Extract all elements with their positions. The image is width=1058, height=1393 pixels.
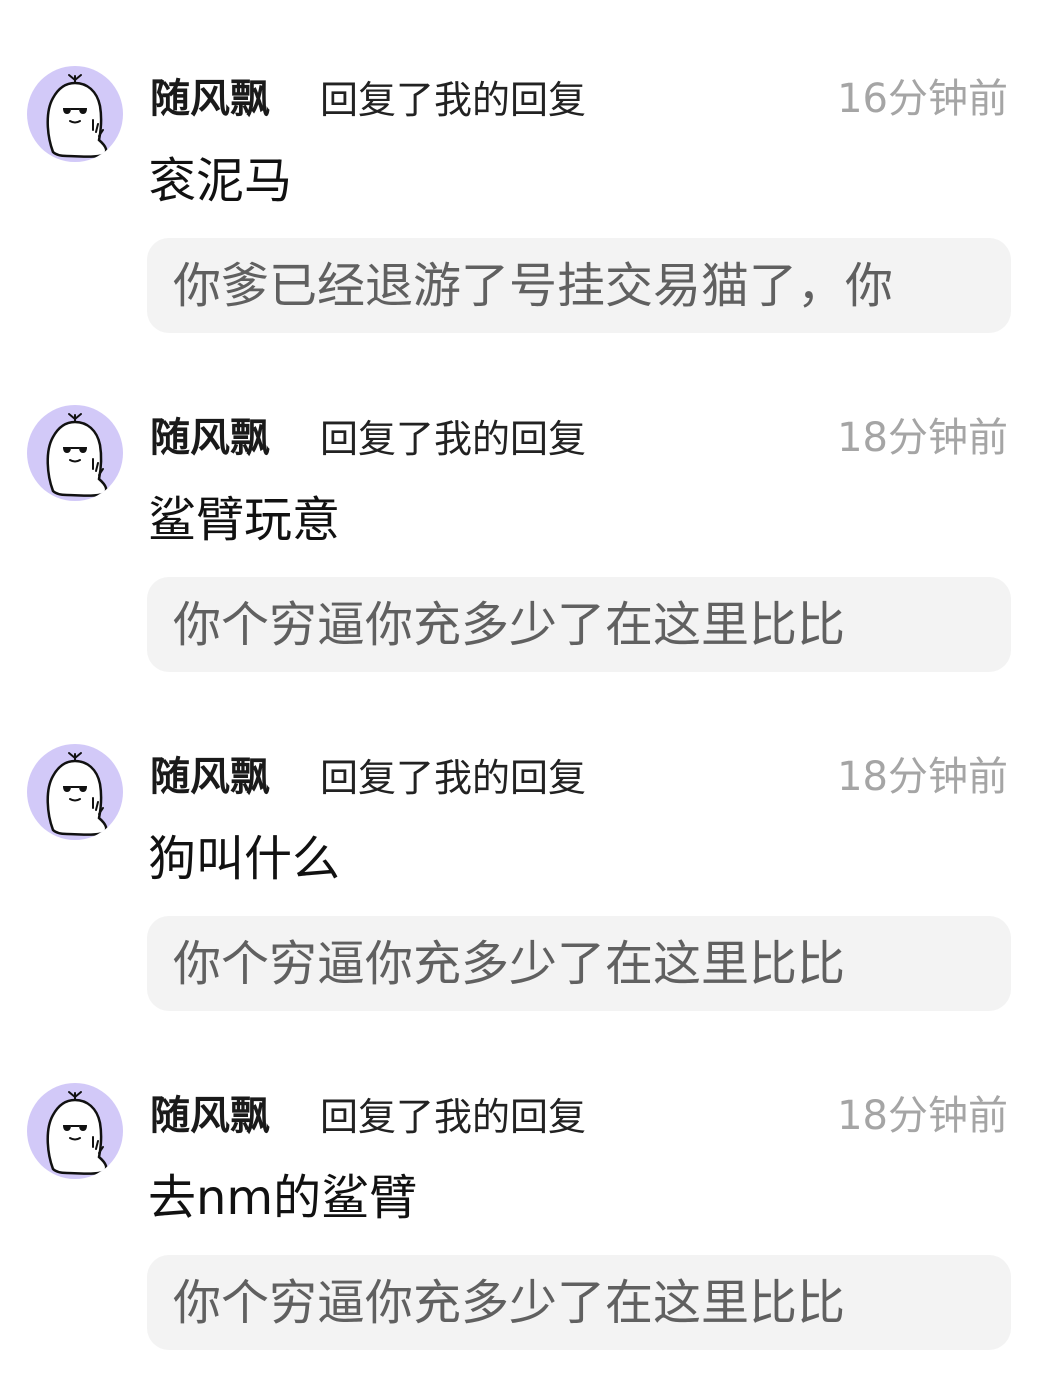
quoted-reply[interactable]: 你个穷逼你充多少了在这里比比 bbox=[147, 1255, 1011, 1350]
timestamp: 18分钟前 bbox=[837, 754, 1008, 800]
user-avatar[interactable] bbox=[27, 66, 123, 162]
quoted-reply[interactable]: 你爹已经退游了号挂交易猫了，你 bbox=[147, 238, 1011, 333]
ghost-with-sunglasses-icon bbox=[46, 752, 108, 836]
reply-notification-item[interactable]: 随风飘 回复了我的回复 18分钟前 狗叫什么 你个穷逼你充多少了在这里比比 bbox=[0, 678, 1058, 1011]
user-avatar[interactable] bbox=[27, 1083, 123, 1179]
username[interactable]: 随风飘 bbox=[150, 754, 270, 800]
reply-message: 鲨臂玩意 bbox=[148, 492, 341, 548]
username[interactable]: 随风飘 bbox=[150, 76, 270, 122]
reply-message: 去nm的鲨臂 bbox=[148, 1170, 418, 1226]
reply-action-label: 回复了我的回复 bbox=[320, 78, 587, 122]
timestamp: 16分钟前 bbox=[837, 76, 1008, 122]
user-avatar[interactable] bbox=[27, 744, 123, 840]
username[interactable]: 随风飘 bbox=[150, 415, 270, 461]
reply-message: 狗叫什么 bbox=[148, 831, 341, 887]
reply-notification-item[interactable]: 随风飘 回复了我的回复 18分钟前 鲨臂玩意 你个穷逼你充多少了在这里比比 bbox=[0, 339, 1058, 672]
reply-message: 衮泥马 bbox=[148, 153, 293, 209]
timestamp: 18分钟前 bbox=[837, 415, 1008, 461]
username[interactable]: 随风飘 bbox=[150, 1093, 270, 1139]
reply-action-label: 回复了我的回复 bbox=[320, 756, 587, 800]
quoted-reply-text: 你爹已经退游了号挂交易猫了，你 bbox=[173, 258, 894, 314]
timestamp: 18分钟前 bbox=[837, 1093, 1008, 1139]
reply-action-label: 回复了我的回复 bbox=[320, 1095, 587, 1139]
ghost-with-sunglasses-icon bbox=[46, 1091, 108, 1175]
quoted-reply-text: 你个穷逼你充多少了在这里比比 bbox=[173, 1275, 846, 1331]
quoted-reply[interactable]: 你个穷逼你充多少了在这里比比 bbox=[147, 577, 1011, 672]
user-avatar[interactable] bbox=[27, 405, 123, 501]
ghost-with-sunglasses-icon bbox=[46, 74, 108, 158]
reply-notification-item[interactable]: 随风飘 回复了我的回复 18分钟前 去nm的鲨臂 你个穷逼你充多少了在这里比比 bbox=[0, 1017, 1058, 1350]
reply-notification-list: 随风飘 回复了我的回复 16分钟前 衮泥马 你爹已经退游了号挂交易猫了，你 随风… bbox=[0, 0, 1058, 1393]
quoted-reply-text: 你个穷逼你充多少了在这里比比 bbox=[173, 936, 846, 992]
quoted-reply-text: 你个穷逼你充多少了在这里比比 bbox=[173, 597, 846, 653]
ghost-with-sunglasses-icon bbox=[46, 413, 108, 497]
reply-notification-item[interactable]: 随风飘 回复了我的回复 16分钟前 衮泥马 你爹已经退游了号挂交易猫了，你 bbox=[0, 0, 1058, 333]
quoted-reply[interactable]: 你个穷逼你充多少了在这里比比 bbox=[147, 916, 1011, 1011]
reply-action-label: 回复了我的回复 bbox=[320, 417, 587, 461]
